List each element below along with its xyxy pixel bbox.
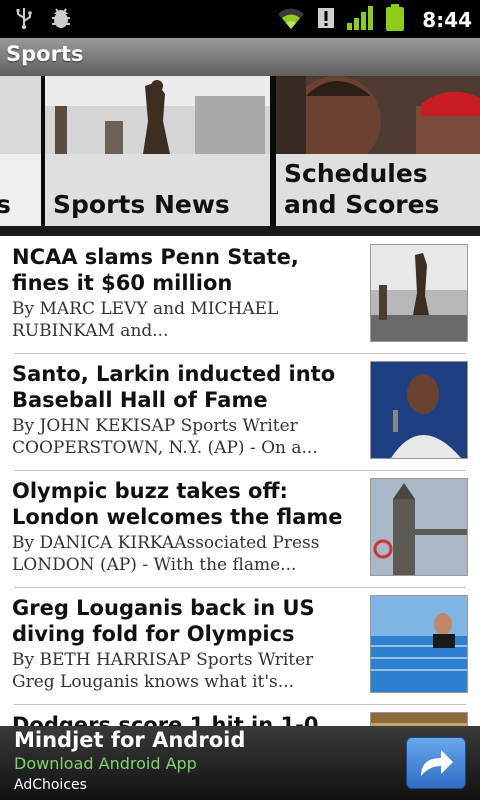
category-tile-previous[interactable]: s — [0, 76, 41, 226]
category-image — [0, 76, 41, 154]
category-tile-sports-news[interactable]: Sports News — [45, 76, 270, 226]
debug-bug-icon — [50, 6, 72, 34]
article-item[interactable]: Olympic buzz takes off: London welcomes … — [0, 470, 480, 587]
article-item[interactable]: Santo, Larkin inducted into Baseball Hal… — [0, 353, 480, 470]
clock: 8:44 — [422, 8, 472, 32]
article-thumbnail — [370, 244, 468, 342]
category-image — [276, 76, 480, 166]
status-bar: 8:44 — [0, 0, 480, 38]
article-byline: By DANICA KIRKAAssociated Press LONDON (… — [12, 533, 320, 575]
article-thumbnail — [370, 478, 468, 576]
article-thumbnail — [370, 712, 468, 726]
ad-subtitle[interactable]: Download Android App — [14, 754, 197, 773]
ad-banner[interactable]: Mindjet for Android Download Android App… — [0, 726, 480, 800]
article-byline: By MARC LEVY and MICHAEL RUBINKAM and... — [12, 299, 279, 341]
category-label: s — [0, 190, 11, 219]
players-photo — [276, 76, 480, 166]
share-arrow-icon — [407, 750, 465, 792]
signal-icon — [346, 5, 374, 35]
article-headline: NCAA slams Penn State, fines it $60 mill… — [12, 245, 299, 295]
usb-icon — [14, 6, 34, 34]
article-byline: By BETH HARRISAP Sports Writer Greg Loug… — [12, 650, 314, 692]
battery-icon — [384, 4, 406, 36]
category-carousel[interactable]: s Sports News Schedules and Scores — [0, 76, 480, 236]
category-image — [45, 76, 270, 154]
category-label-box: Sports News — [45, 154, 270, 226]
article-headline: Olympic buzz takes off: London welcomes … — [12, 479, 343, 529]
article-byline: By JOHN KEKISAP Sports Writer COOPERSTOW… — [12, 416, 318, 458]
article-headline: Greg Louganis back in US diving fold for… — [12, 596, 315, 646]
article-item[interactable]: Greg Louganis back in US diving fold for… — [0, 587, 480, 704]
ad-choices-link[interactable]: AdChoices — [14, 777, 87, 793]
category-tile-schedules-scores[interactable]: Schedules and Scores — [276, 76, 480, 226]
category-label: Sports News — [53, 190, 230, 219]
wifi-icon — [276, 5, 306, 35]
statue-photo — [45, 76, 270, 154]
alert-icon — [316, 6, 336, 34]
category-label-box: Schedules and Scores — [276, 154, 480, 226]
ad-title[interactable]: Mindjet for Android — [14, 728, 245, 752]
article-list[interactable]: NCAA slams Penn State, fines it $60 mill… — [0, 236, 480, 726]
category-label-box: s — [0, 154, 41, 226]
category-label: Schedules and Scores — [284, 159, 440, 219]
app-title: Sports — [6, 42, 84, 66]
article-headline: Santo, Larkin inducted into Baseball Hal… — [12, 362, 336, 412]
article-thumbnail — [370, 595, 468, 693]
ad-open-button[interactable] — [406, 737, 466, 789]
article-thumbnail — [370, 361, 468, 459]
article-item[interactable]: NCAA slams Penn State, fines it $60 mill… — [0, 236, 480, 353]
article-headline: Dodgers score 1 hit in 1-0 — [12, 713, 319, 726]
article-item[interactable]: Dodgers score 1 hit in 1-0 — [0, 704, 480, 726]
app-title-bar: Sports — [0, 38, 480, 76]
carousel-divider — [0, 226, 480, 236]
